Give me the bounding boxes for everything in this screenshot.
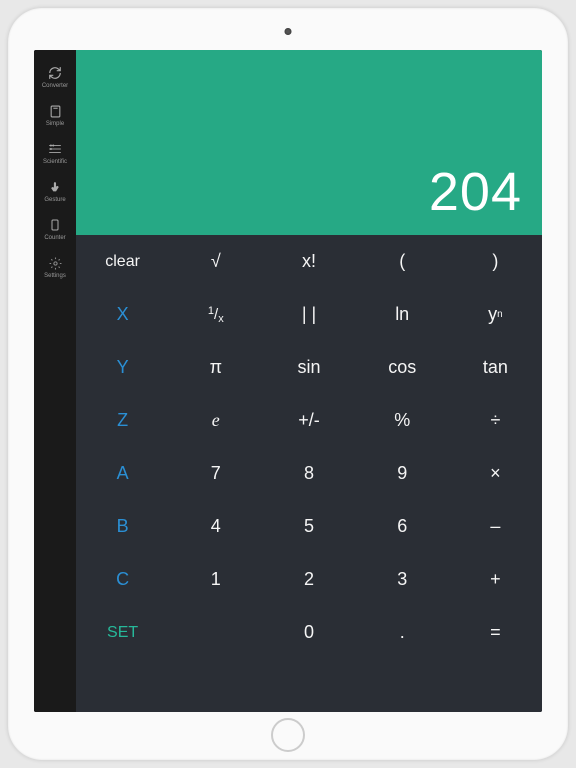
home-button[interactable] <box>271 718 305 752</box>
counter-icon <box>47 217 63 233</box>
key-7[interactable]: 7 <box>169 447 262 500</box>
key-paren-open[interactable]: ( <box>356 235 449 288</box>
sidebar-item-label: Gesture <box>44 197 65 203</box>
app-screen: Converter Simple Scientific Gesture <box>34 50 542 712</box>
settings-icon <box>47 255 63 271</box>
key-abs[interactable]: | | <box>262 288 355 341</box>
converter-icon <box>47 65 63 81</box>
sidebar-item-label: Simple <box>46 121 64 127</box>
sidebar-item-label: Counter <box>44 235 65 241</box>
key-decimal[interactable]: . <box>356 606 449 659</box>
key-plusminus[interactable]: +/- <box>262 394 355 447</box>
ipad-frame: Converter Simple Scientific Gesture <box>8 8 568 760</box>
key-5[interactable]: 5 <box>262 500 355 553</box>
key-factorial[interactable]: x! <box>262 235 355 288</box>
sidebar-item-scientific[interactable]: Scientific <box>34 134 76 172</box>
key-var-c[interactable]: C <box>76 553 169 606</box>
key-1[interactable]: 1 <box>169 553 262 606</box>
key-var-a[interactable]: A <box>76 447 169 500</box>
key-reciprocal[interactable]: 1/x <box>169 288 262 341</box>
sidebar: Converter Simple Scientific Gesture <box>34 50 76 712</box>
calculator-display: 204 <box>76 50 542 235</box>
main: 204 clear √ x! ( ) X 1/x | | ln yn Y π s… <box>76 50 542 712</box>
key-8[interactable]: 8 <box>262 447 355 500</box>
simple-icon <box>47 103 63 119</box>
key-multiply[interactable]: × <box>449 447 542 500</box>
gesture-icon <box>47 179 63 195</box>
key-equals[interactable]: = <box>449 606 542 659</box>
key-cos[interactable]: cos <box>356 341 449 394</box>
key-sin[interactable]: sin <box>262 341 355 394</box>
sidebar-item-label: Converter <box>42 83 68 89</box>
key-0[interactable]: 0 <box>262 606 355 659</box>
keypad: clear √ x! ( ) X 1/x | | ln yn Y π sin c… <box>76 235 542 712</box>
key-ln[interactable]: ln <box>356 288 449 341</box>
key-3[interactable]: 3 <box>356 553 449 606</box>
key-var-b[interactable]: B <box>76 500 169 553</box>
key-minus[interactable]: – <box>449 500 542 553</box>
key-sqrt[interactable]: √ <box>169 235 262 288</box>
sidebar-item-simple[interactable]: Simple <box>34 96 76 134</box>
key-percent[interactable]: % <box>356 394 449 447</box>
key-e[interactable]: e <box>169 394 262 447</box>
key-2[interactable]: 2 <box>262 553 355 606</box>
sidebar-item-settings[interactable]: Settings <box>34 248 76 286</box>
sidebar-item-converter[interactable]: Converter <box>34 58 76 96</box>
key-clear[interactable]: clear <box>76 235 169 288</box>
key-tan[interactable]: tan <box>449 341 542 394</box>
sidebar-item-label: Settings <box>44 273 66 279</box>
sidebar-item-counter[interactable]: Counter <box>34 210 76 248</box>
key-var-z[interactable]: Z <box>76 394 169 447</box>
key-divide[interactable]: ÷ <box>449 394 542 447</box>
key-var-x[interactable]: X <box>76 288 169 341</box>
key-6[interactable]: 6 <box>356 500 449 553</box>
key-plus[interactable]: + <box>449 553 542 606</box>
scientific-icon <box>47 141 63 157</box>
key-power[interactable]: yn <box>449 288 542 341</box>
camera-icon <box>285 28 292 35</box>
key-pi[interactable]: π <box>169 341 262 394</box>
key-blank <box>169 606 262 659</box>
sidebar-item-gesture[interactable]: Gesture <box>34 172 76 210</box>
display-value: 204 <box>429 161 522 223</box>
sidebar-item-label: Scientific <box>43 159 67 165</box>
keypad-spacer <box>76 659 542 712</box>
key-var-y[interactable]: Y <box>76 341 169 394</box>
key-set[interactable]: SET <box>76 606 169 659</box>
key-4[interactable]: 4 <box>169 500 262 553</box>
key-paren-close[interactable]: ) <box>449 235 542 288</box>
key-9[interactable]: 9 <box>356 447 449 500</box>
